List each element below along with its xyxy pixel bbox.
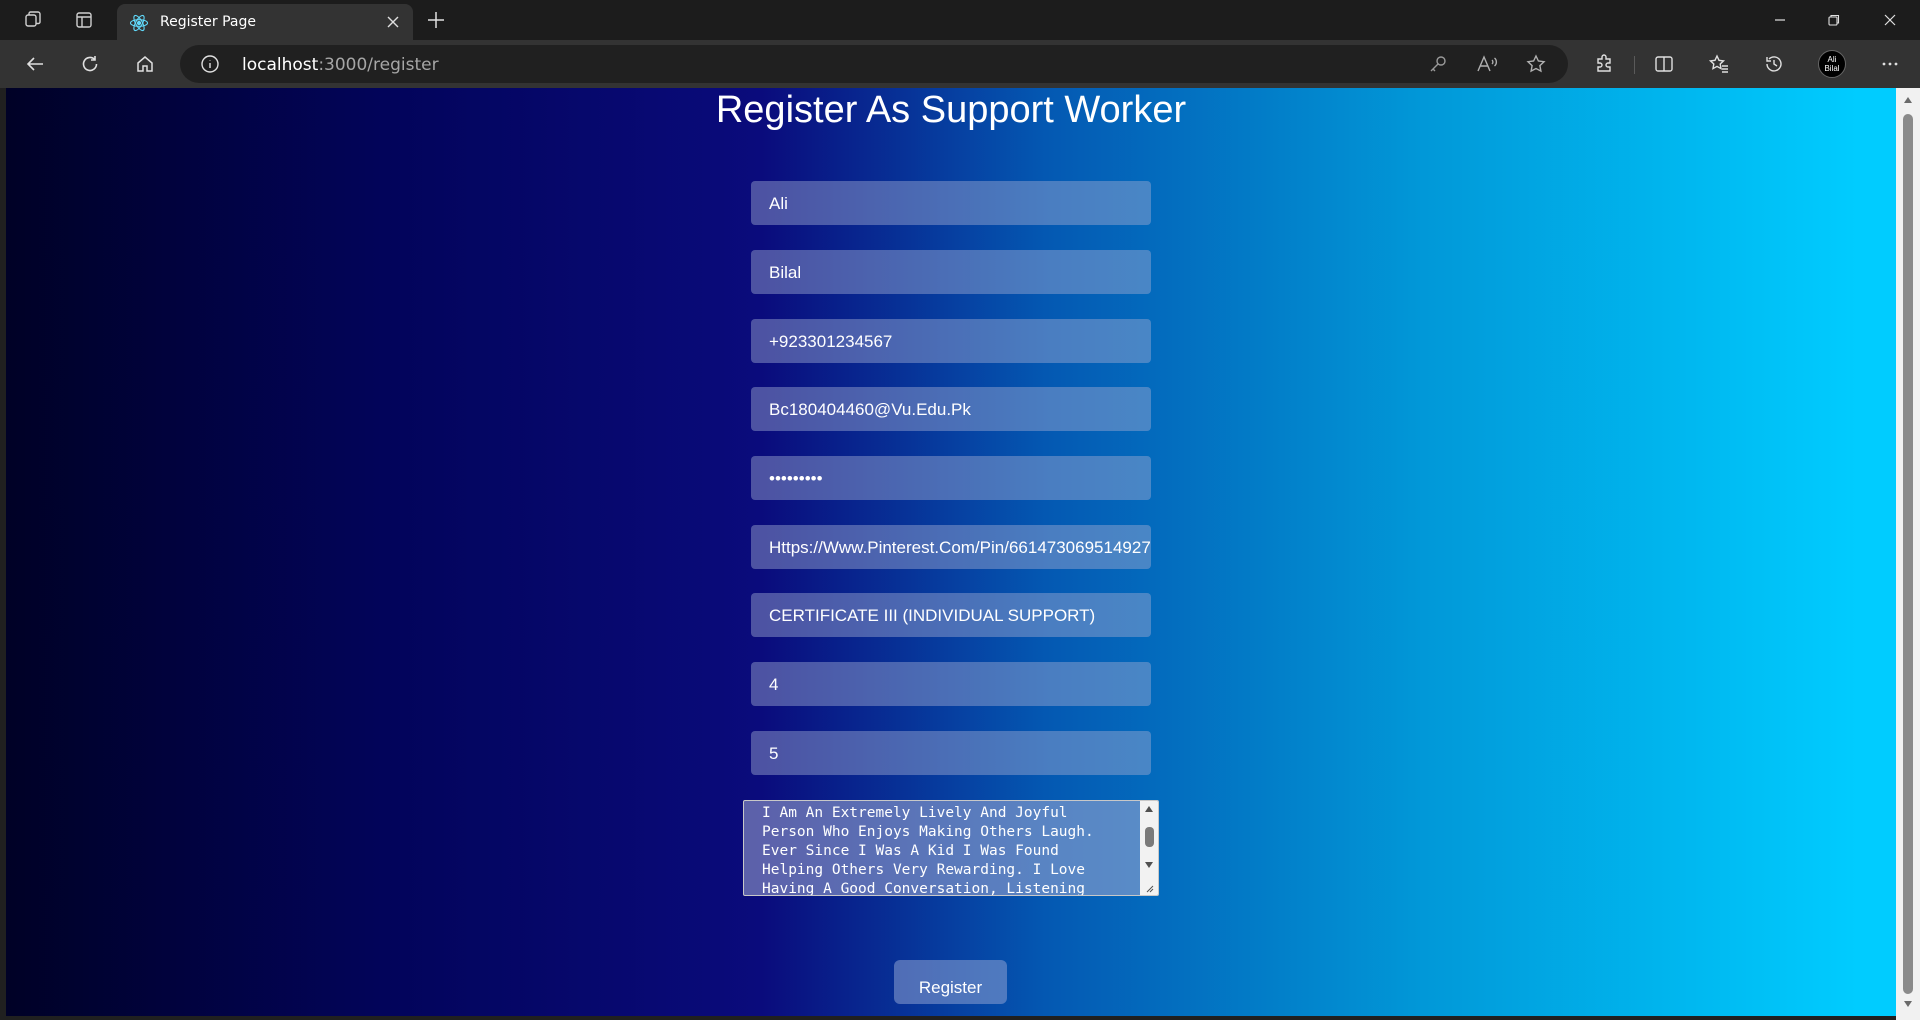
tab-bar: Register Page <box>0 0 1920 40</box>
address-bar[interactable]: localhost:3000/register <box>180 45 1568 83</box>
close-window-icon[interactable] <box>1862 0 1918 40</box>
experience-field[interactable]: 4 <box>751 662 1151 706</box>
qualification-field[interactable]: CERTIFICATE III (INDIVIDUAL SUPPORT) <box>751 593 1151 637</box>
page-scrollbar[interactable] <box>1896 88 1920 1020</box>
bio-text: I Am An Extremely Lively And Joyful Pers… <box>762 805 1094 896</box>
close-tab-icon[interactable] <box>381 10 405 34</box>
scroll-up-icon[interactable] <box>1144 805 1154 813</box>
vertical-tabs-icon[interactable] <box>64 0 104 40</box>
bio-scrollbar[interactable] <box>1140 801 1158 895</box>
phone-field[interactable]: +923301234567 <box>751 319 1151 363</box>
tab-register-page[interactable]: Register Page <box>117 4 413 40</box>
register-button[interactable]: Register <box>894 960 1007 1004</box>
home-icon[interactable] <box>125 44 165 84</box>
profile-avatar[interactable]: Ali Bilal <box>1818 50 1846 78</box>
last-name-field[interactable]: Bilal <box>751 250 1151 294</box>
password-field[interactable]: ••••••••• <box>751 456 1151 500</box>
refresh-icon[interactable] <box>70 44 110 84</box>
new-tab-icon[interactable] <box>418 0 454 40</box>
bio-textarea[interactable]: I Am An Extremely Lively And Joyful Pers… <box>743 800 1159 896</box>
workspaces-icon[interactable] <box>13 0 53 40</box>
toolbar-divider <box>1634 56 1635 74</box>
more-options-icon[interactable] <box>1870 44 1910 84</box>
resize-grip-icon[interactable] <box>1144 883 1154 893</box>
page-scroll-up-icon[interactable] <box>1903 96 1913 104</box>
tab-title: Register Page <box>160 14 256 30</box>
favorite-star-icon[interactable] <box>1524 52 1548 76</box>
page-scroll-down-icon[interactable] <box>1903 1000 1913 1008</box>
extensions-icon[interactable] <box>1584 44 1624 84</box>
page-scroll-thumb[interactable] <box>1903 114 1913 994</box>
page-title: Register As Support Worker <box>715 89 1187 131</box>
image-url-field[interactable]: Https://Www.Pinterest.Com/Pin/6614730695… <box>751 525 1151 569</box>
url-text: localhost:3000/register <box>242 55 439 75</box>
site-info-icon[interactable] <box>198 52 222 76</box>
split-screen-icon[interactable] <box>1644 44 1684 84</box>
browser-toolbar: localhost:3000/register Ali Bilal <box>0 40 1920 88</box>
page-viewport: Register As Support Worker Ali Bilal +92… <box>6 88 1896 1016</box>
first-name-field[interactable]: Ali <box>751 181 1151 225</box>
read-aloud-icon[interactable] <box>1475 52 1499 76</box>
react-icon <box>129 13 149 33</box>
history-icon[interactable] <box>1754 44 1794 84</box>
favorites-icon[interactable] <box>1699 44 1739 84</box>
bio-scroll-thumb[interactable] <box>1145 827 1154 847</box>
email-field[interactable]: Bc180404460@Vu.Edu.Pk <box>751 387 1151 431</box>
scroll-down-icon[interactable] <box>1144 861 1154 869</box>
rating-field[interactable]: 5 <box>751 731 1151 775</box>
back-icon[interactable] <box>15 44 55 84</box>
minimize-icon[interactable] <box>1752 0 1808 40</box>
key-icon[interactable] <box>1426 52 1450 76</box>
restore-icon[interactable] <box>1806 0 1862 40</box>
